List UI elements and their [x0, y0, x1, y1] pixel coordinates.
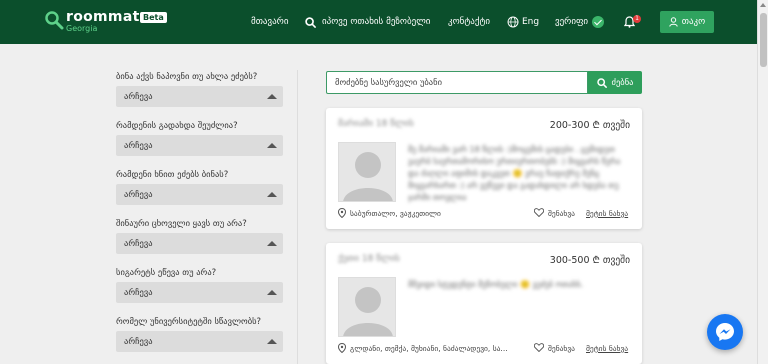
filter-select-smoking[interactable]: არჩევა	[116, 282, 283, 303]
filter-select-pets[interactable]: არჩევა	[116, 233, 283, 254]
chevron-up-icon	[267, 94, 277, 99]
card-location: საბურთალო, ვაჟკეთილი	[350, 209, 441, 218]
filter-select-value: არჩევა	[124, 336, 153, 347]
search-placeholder: მოძებნე სასურველი უბანი	[335, 77, 442, 88]
scroll-up-arrow-icon[interactable]	[760, 3, 766, 7]
save-button[interactable]: შენახვა	[548, 209, 575, 218]
logo[interactable]: roommate Georgia Beta	[44, 9, 174, 34]
view-more-link[interactable]: მეტის ნახვა	[586, 344, 628, 353]
logo-magnifier-icon	[45, 11, 64, 30]
scroll-thumb[interactable]	[760, 13, 767, 67]
save-button[interactable]: შენახვა	[548, 344, 575, 353]
logo-subtitle: Georgia	[66, 24, 98, 33]
search-button-label: ძებნა	[611, 77, 634, 88]
filter-label-smoking: სიგარეტს ეწევა თუ არა?	[116, 268, 217, 278]
nav-search-label: იპოვე ოთახის მეზობელი	[322, 17, 431, 27]
logo-text: roommate	[66, 9, 150, 25]
nav-verification[interactable]: ვერიფი	[555, 0, 605, 44]
heart-icon[interactable]	[534, 343, 544, 352]
roommate-card[interactable]: მარიამი 18 წლის 200-300 ₾ თვეში მე მარია…	[326, 108, 642, 229]
card-price: 200-300 ₾ თვეში	[549, 120, 630, 131]
column-divider	[297, 70, 298, 364]
view-more-link[interactable]: მეტის ნახვა	[586, 209, 628, 218]
card-name-age: ქეთი 18 წლის	[338, 254, 400, 264]
roommate-card[interactable]: ქეთი 18 წლის 300-500 ₾ თვეში მშვიდი სტუდ…	[326, 243, 642, 364]
nav-contact[interactable]: კონტაქტი	[448, 0, 490, 44]
language-switch[interactable]: Eng	[507, 0, 539, 44]
avatar	[338, 142, 396, 202]
filter-label-duration: რამდენი ხნით ეძებს ბინას?	[116, 170, 229, 180]
avatar	[338, 277, 396, 337]
user-placeholder-icon	[343, 287, 393, 336]
user-profile-button[interactable]: თაკო	[660, 11, 714, 33]
card-price: 300-500 ₾ თვეში	[549, 255, 630, 266]
messenger-icon	[716, 323, 734, 341]
notifications-button[interactable]: 1	[624, 0, 644, 44]
card-description: მე მარიამი ვარ 18 წლის :)მოცემის ცადები …	[408, 145, 621, 202]
chevron-up-icon	[267, 241, 277, 246]
chevron-up-icon	[267, 143, 277, 148]
filter-label-apartment-found: ბინა აქვს ნაპოვნი თუ ახლა ეძებს?	[116, 72, 258, 82]
filter-select-value: არჩევა	[124, 140, 153, 151]
user-placeholder-icon	[343, 152, 393, 201]
beta-badge: Beta	[140, 12, 167, 23]
location-pin-icon	[338, 208, 346, 218]
heart-icon[interactable]	[534, 208, 544, 217]
filter-select-value: არჩევა	[124, 189, 153, 200]
chevron-up-icon	[267, 192, 277, 197]
filter-select-university[interactable]: არჩევა	[116, 331, 283, 352]
search-icon	[596, 77, 607, 88]
filter-select-value: არჩევა	[124, 238, 153, 249]
chevron-up-icon	[267, 339, 277, 344]
filter-select-value: არჩევა	[124, 287, 153, 298]
card-location: გლდანი, თემქა, მუხიანი, ნაძალადევი, სა..…	[350, 344, 508, 353]
language-label: Eng	[522, 17, 540, 27]
user-name: თაკო	[681, 17, 706, 27]
nav-home[interactable]: მთავარი	[251, 0, 289, 44]
card-footer: გლდანი, თემქა, მუხიანი, ნაძალადევი, სა..…	[338, 342, 630, 356]
nav-search-roommate[interactable]: იპოვე ოთახის მეზობელი	[305, 0, 430, 44]
card-footer: საბურთალო, ვაჟკეთილი შენახვა მეტის ნახვა	[338, 207, 630, 221]
notification-badge: 1	[633, 15, 641, 23]
filter-select-value: არჩევა	[124, 91, 153, 102]
page-scrollbar[interactable]	[757, 0, 768, 364]
chevron-up-icon	[267, 290, 277, 295]
filter-label-university: რომელ უნივერსიტეტში სწავლობს?	[116, 317, 262, 327]
card-description: მშვიდი სტუდენტი მეზობელი 🙂 ვეძებ ოთახს.	[408, 280, 584, 289]
filter-select-apartment-found[interactable]: არჩევა	[116, 86, 283, 107]
verification-label: ვერიფი	[555, 17, 589, 27]
filter-select-duration[interactable]: არჩევა	[116, 184, 283, 205]
filter-select-budget[interactable]: არჩევა	[116, 135, 283, 156]
top-navbar: roommate Georgia Beta მთავარი იპოვე ოთახ…	[0, 0, 757, 44]
location-pin-icon	[338, 343, 346, 353]
filter-label-pets: შინაური ცხოველი ყავს თუ არა?	[116, 219, 247, 229]
messenger-chat-button[interactable]	[707, 314, 743, 350]
filter-label-budget: რამდენის გადახდა შეუძლია?	[116, 121, 238, 131]
search-icon	[305, 16, 316, 28]
card-name-age: მარიამი 18 წლის	[338, 119, 414, 129]
user-icon	[669, 17, 678, 27]
search-button[interactable]: ძებნა	[588, 71, 642, 94]
globe-icon	[507, 16, 519, 28]
district-search-input[interactable]: მოძებნე სასურველი უბანი	[326, 71, 588, 94]
check-circle-icon	[592, 16, 605, 28]
